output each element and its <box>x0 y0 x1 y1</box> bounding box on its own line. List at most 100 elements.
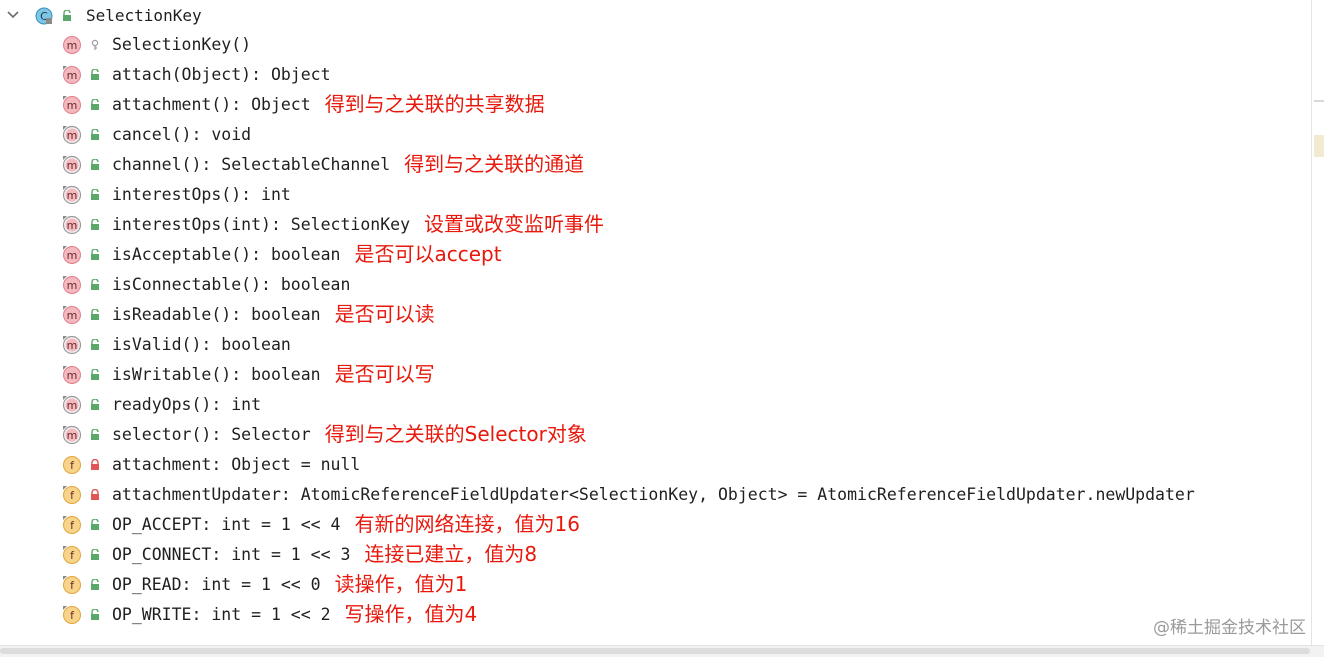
scrollbar-thumb[interactable] <box>0 648 1310 654</box>
member-signature: isReadable(): boolean <box>112 305 321 324</box>
tree-node-method[interactable]: m interestOps(int): SelectionKey 设置或改变监听事件 <box>0 210 1310 240</box>
tree-node-method[interactable]: m selector(): Selector 得到与之关联的Selector对象 <box>0 420 1310 450</box>
tree-node-method[interactable]: m SelectionKey() <box>0 30 1310 60</box>
method-icon: m <box>63 366 81 384</box>
svg-text:m: m <box>67 429 78 442</box>
method-icon: m <box>62 395 82 415</box>
public-lock-icon <box>91 159 99 170</box>
public-lock-icon <box>91 279 99 290</box>
watermark: @稀土掘金技术社区 <box>1153 618 1306 638</box>
field-icon: f <box>63 486 81 504</box>
public-lock-icon <box>91 609 99 620</box>
member-signature: interestOps(): int <box>112 185 291 204</box>
member-signature: interestOps(int): SelectionKey <box>112 215 411 234</box>
method-icon: m <box>63 276 81 294</box>
method-icon: m <box>63 66 81 84</box>
svg-text:m: m <box>67 99 78 112</box>
tree-node-method[interactable]: m cancel(): void <box>0 120 1310 150</box>
tree-node-method[interactable]: m attach(Object): Object <box>0 60 1310 90</box>
tree-node-method[interactable]: m readyOps(): int <box>0 390 1310 420</box>
tree-node-selectionkey[interactable]: C SelectionKey <box>0 0 1310 30</box>
public-lock-icon <box>91 519 99 530</box>
package-key-icon <box>91 39 99 50</box>
method-icon: m <box>62 215 82 235</box>
tree-node-method[interactable]: m isConnectable(): boolean <box>0 270 1310 300</box>
annotation-note: 设置或改变监听事件 <box>424 212 605 236</box>
tree-node-field[interactable]: f OP_CONNECT: int = 1 << 3 连接已建立，值为8 <box>0 540 1310 570</box>
svg-text:m: m <box>67 189 78 202</box>
public-lock-icon <box>91 399 99 410</box>
method-icon: m <box>63 36 81 54</box>
svg-text:m: m <box>67 309 78 322</box>
public-lock-icon <box>91 189 99 200</box>
public-lock-icon <box>91 69 99 80</box>
public-lock-icon <box>91 249 99 260</box>
field-icon: f <box>63 546 81 564</box>
tree-node-field[interactable]: f attachmentUpdater: AtomicReferenceField… <box>0 480 1310 510</box>
member-signature: attachment(): Object <box>112 95 311 114</box>
public-lock-icon <box>91 309 99 320</box>
svg-text:m: m <box>67 399 78 412</box>
member-signature: OP_ACCEPT: int = 1 << 4 <box>112 515 341 534</box>
method-icon: m <box>62 425 82 445</box>
tree-node-method[interactable]: m interestOps(): int <box>0 180 1310 210</box>
method-icon: m <box>63 246 81 264</box>
annotation-note: 是否可以读 <box>334 302 435 326</box>
public-lock-icon <box>91 369 99 380</box>
member-signature: OP_READ: int = 1 << 0 <box>112 575 321 594</box>
tree-node-field[interactable]: f OP_ACCEPT: int = 1 << 4 有新的网络连接，值为16 <box>0 510 1310 540</box>
member-signature: isWritable(): boolean <box>112 365 321 384</box>
method-icon: m <box>62 155 82 175</box>
svg-text:m: m <box>67 159 78 172</box>
chevron-down-icon[interactable] <box>6 8 20 22</box>
public-lock-icon <box>91 99 99 110</box>
class-icon: C <box>35 7 53 25</box>
public-lock-icon <box>63 10 71 21</box>
gutter-marker <box>1314 100 1324 102</box>
member-signature: attachment: Object = null <box>112 455 361 474</box>
tree-node-method[interactable]: m channel(): SelectableChannel 得到与之关联的通道 <box>0 150 1310 180</box>
member-signature: isAcceptable(): boolean <box>112 245 341 264</box>
field-icon: f <box>63 606 81 624</box>
public-lock-icon <box>91 549 99 560</box>
member-signature: attach(Object): Object <box>112 65 331 84</box>
member-signature: OP_WRITE: int = 1 << 2 <box>112 605 331 624</box>
svg-text:m: m <box>67 369 78 382</box>
member-signature: isConnectable(): boolean <box>112 275 351 294</box>
annotation-note: 得到与之关联的Selector对象 <box>324 422 587 446</box>
member-signature: isValid(): boolean <box>112 335 291 354</box>
public-lock-icon <box>91 339 99 350</box>
svg-text:m: m <box>67 39 78 52</box>
tree-node-field[interactable]: f OP_WRITE: int = 1 << 2 写操作，值为4 <box>0 600 1310 630</box>
public-lock-icon <box>91 129 99 140</box>
member-signature: SelectionKey() <box>112 35 252 54</box>
method-icon: m <box>63 306 81 324</box>
public-lock-icon <box>91 429 99 440</box>
member-signature: attachmentUpdater: AtomicReferenceFieldU… <box>112 485 1195 504</box>
tree-node-method[interactable]: m isAcceptable(): boolean 是否可以accept <box>0 240 1310 270</box>
private-lock-icon <box>91 489 99 500</box>
tree-node-method[interactable]: m isValid(): boolean <box>0 330 1310 360</box>
annotation-note: 是否可以写 <box>334 362 435 386</box>
public-lock-icon <box>91 579 99 590</box>
panel-divider <box>1311 0 1312 645</box>
annotation-note: 连接已建立，值为8 <box>364 542 538 566</box>
tree-node-method[interactable]: m isReadable(): boolean 是否可以读 <box>0 300 1310 330</box>
svg-text:m: m <box>67 219 78 232</box>
svg-text:m: m <box>67 279 78 292</box>
field-icon: f <box>63 456 81 474</box>
annotation-note: 有新的网络连接，值为16 <box>354 512 580 536</box>
annotation-note: 是否可以accept <box>354 242 502 266</box>
svg-text:m: m <box>67 339 78 352</box>
member-signature: readyOps(): int <box>112 395 262 414</box>
annotation-note: 写操作，值为4 <box>344 602 478 626</box>
tree-node-field[interactable]: f OP_READ: int = 1 << 0 读操作，值为1 <box>0 570 1310 600</box>
gutter-marker-highlight <box>1314 135 1324 157</box>
tree-node-method[interactable]: m isWritable(): boolean 是否可以写 <box>0 360 1310 390</box>
svg-text:m: m <box>67 69 78 82</box>
member-signature: OP_CONNECT: int = 1 << 3 <box>112 545 351 564</box>
annotation-note: 读操作，值为1 <box>334 572 468 596</box>
tree-node-field[interactable]: f attachment: Object = null <box>0 450 1310 480</box>
tree-node-method[interactable]: m attachment(): Object 得到与之关联的共享数据 <box>0 90 1310 120</box>
annotation-note: 得到与之关联的通道 <box>404 152 585 176</box>
